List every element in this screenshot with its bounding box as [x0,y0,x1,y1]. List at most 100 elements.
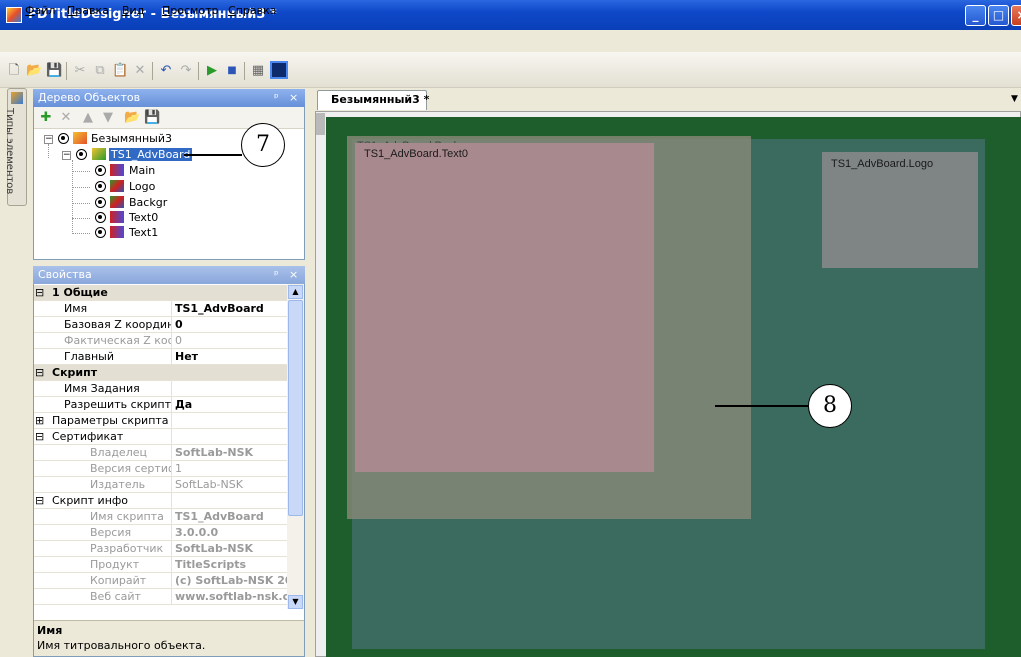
tree-node-text1[interactable]: Text1 [129,226,158,239]
property-name: Версия сертификата [90,462,171,475]
tree-node-main[interactable]: Main [129,164,155,177]
undo-icon[interactable]: ↶ [158,63,174,79]
expand-toggle[interactable]: ⊟ [35,365,44,381]
menu-file[interactable]: Файл [25,4,55,17]
tab-dropdown-icon[interactable]: ▼ [1011,94,1018,104]
copy-icon[interactable]: ⧉ [92,63,108,79]
property-value[interactable]: TS1_AdvBoard [171,301,287,317]
tree-node-backgr[interactable]: Backgr [129,196,167,209]
play-icon[interactable]: ▶ [204,63,220,79]
side-tab-label: Типы элементов [4,108,15,195]
image-element-icon [110,180,124,192]
stop-icon[interactable]: ■ [224,63,240,79]
property-name: Базовая Z координата [64,318,171,331]
property-name: Разрешить скрипты [64,398,171,411]
property-value[interactable]: 0 [171,333,287,349]
menu-edit[interactable]: Правка [67,4,109,17]
property-value[interactable]: 0 [171,317,287,333]
scroll-up-icon[interactable]: ▲ [288,285,303,299]
paste-icon[interactable]: 📋 [112,63,128,79]
property-value[interactable]: Нет [171,349,287,365]
menu-preview[interactable]: Просмотр [162,4,218,17]
image-element-icon [110,196,124,208]
tree-line [72,218,90,219]
property-value[interactable] [171,381,287,397]
move-down-icon[interactable]: ▼ [100,110,116,126]
collapse-toggle[interactable]: − [44,135,53,144]
redo-icon[interactable]: ↷ [178,63,194,79]
canvas-ruler-corner [316,113,325,135]
property-value[interactable]: www.softlab-nsk.com [171,589,287,605]
visibility-icon[interactable] [76,149,87,160]
tree-line [72,203,90,204]
property-value[interactable]: SoftLab-NSK [171,477,287,493]
scroll-down-icon[interactable]: ▼ [288,595,303,609]
maximize-button[interactable]: □ [988,5,1009,26]
pin-icon[interactable]: ᵖ [274,91,279,104]
panel-close-icon[interactable]: × [289,268,298,281]
splitter[interactable] [305,88,313,657]
callout-line [715,405,808,407]
minimize-button[interactable]: _ [965,5,986,26]
property-value [171,429,287,445]
expand-toggle[interactable]: ⊟ [35,285,44,301]
property-name: Разработчик [90,542,164,555]
property-value[interactable]: 1 [171,461,287,477]
delete-icon[interactable]: ✕ [132,63,148,79]
object-logo-label: TS1_AdvBoard.Logo [831,158,934,170]
add-object-icon[interactable]: ✚ [38,110,54,126]
export-icon[interactable]: 💾 [144,110,160,126]
remove-object-icon[interactable]: ✕ [58,110,74,126]
property-value[interactable]: Да [171,397,287,413]
property-category-label: 1 Общие [52,286,108,299]
tree-node-project[interactable]: Безымянный3 [91,132,172,145]
expand-toggle[interactable]: ⊟ [35,493,44,509]
open-folder-icon[interactable]: 📂 [26,63,42,79]
tree-node-logo[interactable]: Logo [129,180,155,193]
scroll-thumb[interactable] [288,300,303,516]
expand-toggle[interactable]: ⊟ [35,429,44,445]
panel-close-icon[interactable]: × [289,91,298,104]
property-category-label: Скрипт инфо [52,494,129,507]
import-icon[interactable]: 📂 [124,110,140,126]
move-up-icon[interactable]: ▲ [80,110,96,126]
property-value[interactable]: SoftLab-NSK [171,445,287,461]
menu-help[interactable]: Справка [228,4,276,17]
pin-icon[interactable]: ᵖ [274,268,279,281]
save-icon[interactable]: 💾 [46,63,62,79]
visibility-icon[interactable] [95,197,106,208]
property-value[interactable]: TitleScripts [171,557,287,573]
new-file-icon[interactable]: 🗋 [6,63,22,79]
property-value[interactable]: (c) SoftLab-NSK 2012 [171,573,287,589]
tree-node-advboard[interactable]: TS1_AdvBoard [109,148,193,161]
visibility-icon[interactable] [95,181,106,192]
property-name: Издатель [90,478,146,491]
property-value[interactable]: SoftLab-NSK [171,541,287,557]
frame-icon[interactable] [270,61,288,79]
visibility-icon[interactable] [95,212,106,223]
toolbar-separator [198,62,199,80]
script-object-icon [92,148,106,160]
toolbar-separator [66,62,67,80]
toolbar-separator [244,62,245,80]
grid-icon[interactable]: ▦ [250,63,266,79]
tree-line [72,233,90,234]
cut-icon[interactable]: ✂ [72,63,88,79]
collapse-toggle[interactable]: − [62,151,71,160]
menu-bar [0,30,1021,52]
property-value[interactable]: TS1_AdvBoard [171,509,287,525]
property-value[interactable]: 3.0.0.0 [171,525,287,541]
close-button[interactable]: × [1011,5,1021,26]
visibility-icon[interactable] [95,227,106,238]
property-name: Имя Задания [64,382,140,395]
visibility-icon[interactable] [95,165,106,176]
object-text0[interactable] [355,143,654,472]
property-value [171,413,287,429]
toolbar [0,52,1021,88]
tree-node-text0[interactable]: Text0 [129,211,158,224]
menu-view[interactable]: Вид [122,4,144,17]
expand-toggle[interactable]: ⊞ [35,413,44,429]
property-name: Главный [64,350,114,363]
visibility-icon[interactable] [58,133,69,144]
app-icon [6,7,22,23]
